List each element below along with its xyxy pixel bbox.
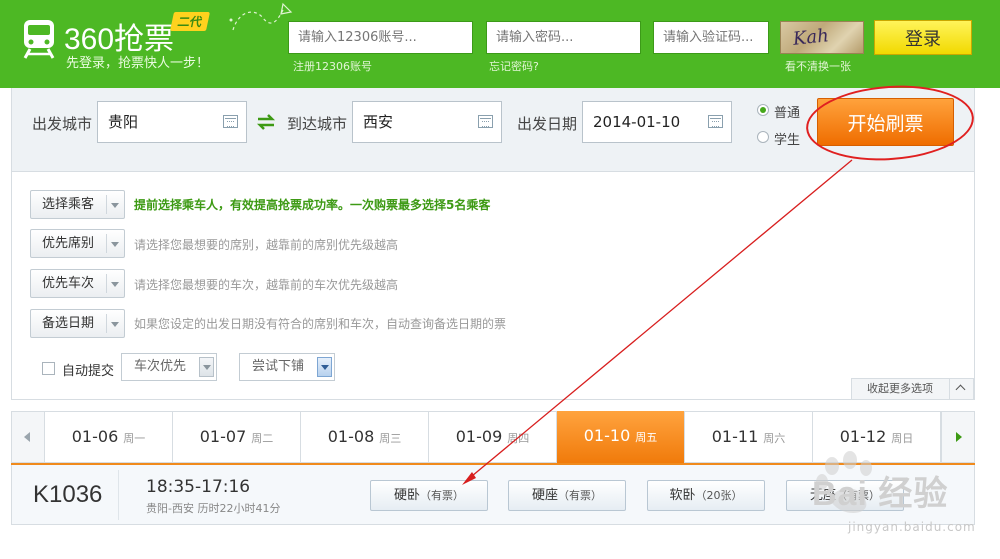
watermark-url: jingyan.baidu.com [848,520,976,534]
seat-name: 软卧 [669,488,696,503]
select-passenger-label: 选择乘客 [42,197,95,212]
to-city-label: 到达城市 [287,115,348,133]
from-city-input[interactable]: 贵阳 [97,101,247,143]
date-tab[interactable]: 01-06 周一 [45,412,173,462]
train-priority-hint: 请选择您最想要的车次，越靠前的车次优先级越高 [134,278,399,292]
button-separator [106,234,107,253]
city-picker-icon[interactable] [478,115,493,128]
date-label: 出发日期 [517,115,578,133]
date-tab-date: 01-09 [455,427,503,446]
calendar-icon[interactable] [708,115,723,128]
train-number: K1036 [33,481,103,508]
chevron-down-icon [111,322,119,327]
priority-select-value: 车次优先 [134,359,187,374]
ticket-type-normal-radio[interactable] [757,104,769,116]
date-tab-weekday: 周二 [251,432,274,445]
seat-soft-sleeper-button[interactable]: 软卧（20张） [647,480,765,511]
seat-hard-seat-button[interactable]: 硬座（有票） [508,480,626,511]
auto-submit-checkbox[interactable] [42,362,55,375]
password-input[interactable] [486,21,641,54]
berth-select[interactable]: 尝试下铺 [239,353,335,381]
chevron-up-icon [949,378,973,400]
priority-select[interactable]: 车次优先 [121,353,217,381]
prev-dates-arrow-icon[interactable] [11,411,45,463]
ticket-type-normal-label: 普通 [774,106,801,121]
captcha-input[interactable] [653,21,769,54]
date-tab-date: 01-12 [839,427,887,446]
backup-date-hint: 如果您设定的出发日期没有符合的席别和车次，自动查询备选日期的票 [134,317,507,331]
date-tab-weekday: 周三 [379,432,402,445]
backup-date-button[interactable]: 备选日期 [30,309,125,338]
seat-hard-sleeper-button[interactable]: 硬卧（有票） [370,480,488,511]
seat-status: （有票） [558,489,602,502]
logo-badge: 二代 [169,12,211,31]
date-tab-weekday: 周一 [123,432,146,445]
date-tab-date: 01-11 [711,427,759,446]
passenger-hint: 提前选择乘车人，有效提高抢票成功率。一次购票最多选择5名乘客 [134,198,491,212]
chevron-down-icon [111,203,119,208]
train-time: 18:35-17:16 [146,477,251,497]
button-separator [106,274,107,293]
seat-name: 硬卧 [393,488,420,503]
to-city-input[interactable]: 西安 [352,101,502,143]
date-tab-weekday: 周六 [763,432,786,445]
date-tab[interactable]: 01-09 周四 [429,412,557,462]
button-separator [106,314,107,333]
ticket-type-student-radio[interactable] [757,131,769,143]
date-tab-weekday: 周日 [891,432,914,445]
watermark-brand: Bai 经验 [812,475,949,513]
train-divider [118,470,119,520]
date-tab-date: 01-08 [327,427,375,446]
to-city-value: 西安 [363,113,394,131]
chevron-down-icon[interactable] [317,357,332,377]
train-priority-label: 优先车次 [42,276,95,291]
seat-priority-hint: 请选择您最想要的席别，越靠前的席别优先级越高 [134,238,399,252]
register-link[interactable]: 注册12306账号 [293,58,372,74]
date-tab-date: 01-07 [199,427,247,446]
date-tab-date: 01-06 [71,427,119,446]
captcha-refresh-link[interactable]: 看不清换一张 [785,58,851,74]
chevron-down-icon [111,242,119,247]
forgot-password-link[interactable]: 忘记密码? [489,58,539,74]
chevron-down-icon [111,282,119,287]
collapse-options-label: 收起更多选项 [867,382,933,395]
auto-submit-label: 自动提交 [62,364,115,379]
captcha-image[interactable]: Kah [780,21,864,54]
collapse-options-button[interactable]: 收起更多选项 [851,378,974,400]
from-city-value: 贵阳 [108,113,139,131]
date-tab[interactable]: 01-08 周三 [301,412,429,462]
train-route: 贵阳-西安 历时22小时41分 [146,502,281,515]
date-tab-date: 01-10 [583,426,631,445]
date-tab[interactable]: 01-07 周二 [173,412,301,462]
logo-slogan: 先登录，抢票快人一步！ [66,56,210,71]
seat-name: 硬座 [531,488,558,503]
seat-status: （有票） [420,489,464,502]
ticket-type-student-label: 学生 [774,133,801,148]
date-tab-weekday: 周五 [635,431,658,444]
login-button[interactable]: 登录 [874,20,972,55]
captcha-text: Kah [792,25,830,50]
chevron-down-icon[interactable] [199,357,214,377]
seat-priority-label: 优先席别 [42,236,95,251]
date-tab-active[interactable]: 01-10 周五 [557,411,685,464]
seat-status: （20张） [695,489,743,502]
select-passenger-button[interactable]: 选择乘客 [30,190,125,219]
date-input[interactable]: 2014-01-10 [582,101,732,143]
date-tab-weekday: 周四 [507,432,530,445]
swap-cities-icon[interactable] [256,113,276,131]
button-separator [106,195,107,214]
train-logo-icon [23,20,55,59]
account-input[interactable] [288,21,473,54]
backup-date-label: 备选日期 [42,316,95,331]
seat-priority-button[interactable]: 优先席别 [30,229,125,258]
from-city-label: 出发城市 [32,115,93,133]
train-priority-button[interactable]: 优先车次 [30,269,125,298]
berth-select-value: 尝试下铺 [252,359,305,374]
date-value: 2014-01-10 [593,113,681,131]
city-picker-icon[interactable] [223,115,238,128]
